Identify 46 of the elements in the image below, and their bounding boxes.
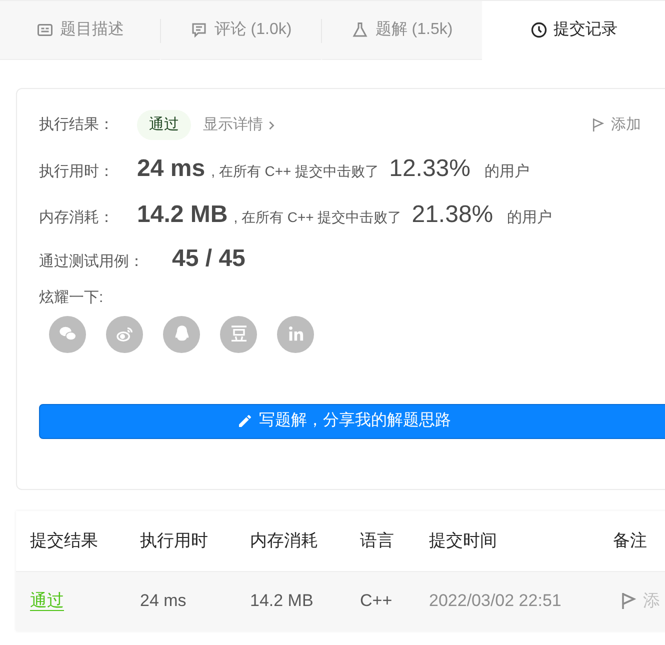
column-header: 执行用时	[139, 530, 209, 552]
status-link[interactable]: 通过	[30, 588, 126, 614]
stat-text: , 在所有 C++ 提交中击败了	[211, 162, 380, 181]
column-header: 内存消耗	[249, 530, 319, 552]
share-label: 炫耀一下:	[39, 288, 104, 308]
chevron-right-icon	[267, 120, 276, 130]
flag-icon	[592, 117, 605, 133]
tab[interactable]: 题目描述	[0, 1, 160, 60]
table-cell-text: 24 ms	[140, 590, 188, 612]
stat-text: , 在所有 C++ 提交中击败了	[234, 208, 402, 227]
stat-suffix: 的用户	[484, 162, 530, 182]
column-header: 备注	[612, 530, 648, 552]
in-logo-icon[interactable]	[277, 316, 314, 352]
stat-suffix: 的用户	[507, 208, 552, 228]
table-cell-text: 2022/03/02 22:51	[429, 590, 562, 612]
eye-swirl-icon[interactable]	[106, 316, 143, 352]
flag-icon	[621, 591, 637, 611]
stat-value: 24 ms	[137, 154, 206, 184]
stat-value: 14.2 MB	[137, 200, 228, 230]
clock-icon	[530, 21, 548, 39]
stat-percent: 21.38%	[412, 200, 494, 230]
table-cell-text: 14.2 MB	[250, 590, 314, 612]
result-label: 执行结果：	[39, 114, 115, 135]
comment-icon	[190, 21, 208, 39]
column-header: 提交时间	[428, 530, 498, 552]
add-note-link[interactable]: 添加	[592, 114, 641, 136]
table-cell-text: C++	[360, 590, 394, 612]
stat-label: 执行用时：	[39, 162, 115, 182]
add-note-link[interactable]: 添	[621, 588, 660, 614]
stat-label: 内存消耗：	[39, 208, 115, 228]
details-link[interactable]: 显示详情	[203, 114, 276, 136]
stat-percent: 12.33%	[389, 154, 470, 184]
tab[interactable]: 评论 (1.0k)	[161, 1, 321, 60]
tests-label: 通过测试用例：	[39, 252, 145, 272]
bean-glyph-icon[interactable]	[220, 316, 257, 352]
write-solution-button[interactable]: 写题解，分享我的解题思路	[39, 404, 665, 438]
column-header: 语言	[359, 530, 395, 552]
penguin-icon[interactable]	[163, 316, 200, 352]
flask-icon	[351, 21, 370, 39]
status-badge: 通过	[137, 110, 191, 140]
chat-bubbles-icon[interactable]	[49, 316, 86, 352]
column-header: 提交结果	[29, 530, 99, 552]
tests-value: 45 / 45	[172, 244, 246, 274]
tab[interactable]: 提交记录	[482, 1, 665, 60]
document-icon	[36, 21, 54, 39]
pencil-icon	[237, 413, 253, 429]
